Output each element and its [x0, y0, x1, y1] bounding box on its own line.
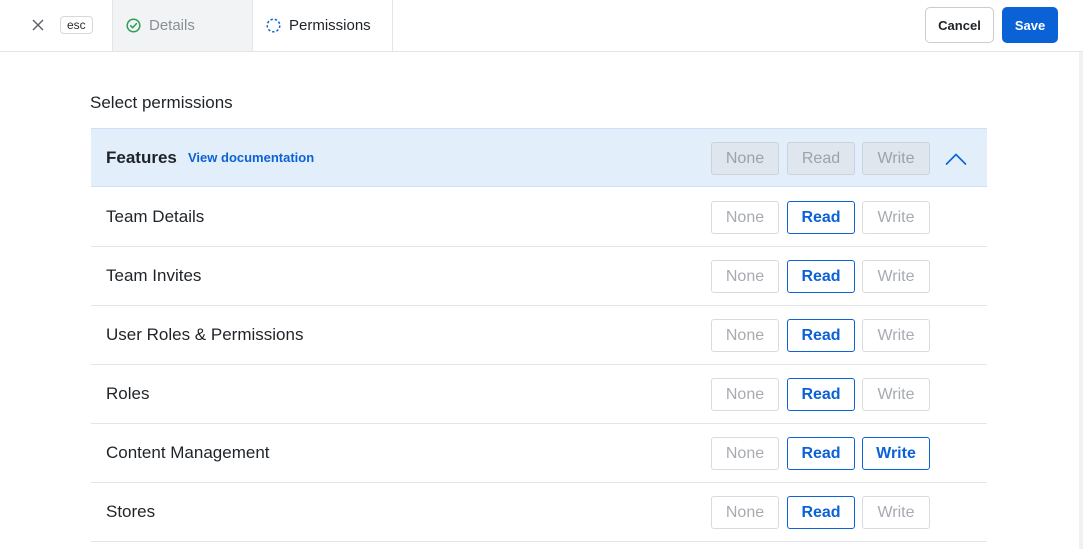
permission-row-label: Team Details — [106, 207, 205, 226]
tab-permissions-label: Permissions — [289, 17, 371, 34]
tab-details-label: Details — [149, 17, 195, 34]
write-button[interactable]: Write — [862, 319, 930, 352]
cancel-button[interactable]: Cancel — [925, 7, 994, 43]
save-button[interactable]: Save — [1002, 7, 1058, 43]
permission-row: Roles None Read Write — [91, 365, 987, 424]
permission-row: Content Management None Read Write — [91, 424, 987, 483]
permission-row: Team Invites None Read Write — [91, 247, 987, 306]
section-title: Select permissions — [90, 93, 233, 112]
permission-row: Stores None Read Write — [91, 483, 987, 542]
write-button[interactable]: Write — [862, 201, 930, 234]
permission-row-label: User Roles & Permissions — [106, 325, 304, 344]
tab-details[interactable]: Details — [112, 0, 253, 51]
dashed-circle-icon — [266, 18, 281, 33]
close-icon — [32, 19, 44, 31]
top-bar: esc Details Permissions Cancel Save — [0, 0, 1083, 52]
permission-row: Team Details None Read Write — [91, 188, 987, 247]
read-button[interactable]: Read — [787, 378, 855, 411]
esc-key-hint: esc — [60, 16, 93, 34]
none-button[interactable]: None — [711, 378, 779, 411]
read-button[interactable]: Read — [787, 437, 855, 470]
read-button[interactable]: Read — [787, 319, 855, 352]
view-documentation-link[interactable]: View documentation — [188, 150, 314, 165]
write-button[interactable]: Write — [862, 378, 930, 411]
group-name: Features — [106, 148, 177, 167]
write-button[interactable]: Write — [862, 260, 930, 293]
none-button[interactable]: None — [711, 319, 779, 352]
permission-row-label: Team Invites — [106, 266, 202, 285]
write-button[interactable]: Write — [862, 496, 930, 529]
read-button[interactable]: Read — [787, 496, 855, 529]
group-read-button[interactable]: Read — [787, 142, 855, 175]
check-circle-icon — [126, 18, 141, 33]
none-button[interactable]: None — [711, 496, 779, 529]
tab-permissions[interactable]: Permissions — [253, 0, 393, 51]
close-button[interactable] — [27, 14, 49, 36]
collapse-group-button[interactable] — [944, 147, 968, 171]
read-button[interactable]: Read — [787, 201, 855, 234]
scrollbar-track[interactable] — [1079, 52, 1083, 549]
group-none-button[interactable]: None — [711, 142, 779, 175]
group-write-button[interactable]: Write — [862, 142, 930, 175]
permission-row-label: Content Management — [106, 443, 270, 462]
write-button[interactable]: Write — [862, 437, 930, 470]
none-button[interactable]: None — [711, 201, 779, 234]
permission-group-header: Features View documentation None Read Wr… — [91, 128, 987, 187]
none-button[interactable]: None — [711, 437, 779, 470]
permission-row: User Roles & Permissions None Read Write — [91, 306, 987, 365]
read-button[interactable]: Read — [787, 260, 855, 293]
permission-row-label: Stores — [106, 502, 156, 521]
none-button[interactable]: None — [711, 260, 779, 293]
permission-row-label: Roles — [106, 384, 150, 403]
chevron-up-icon — [945, 153, 967, 165]
